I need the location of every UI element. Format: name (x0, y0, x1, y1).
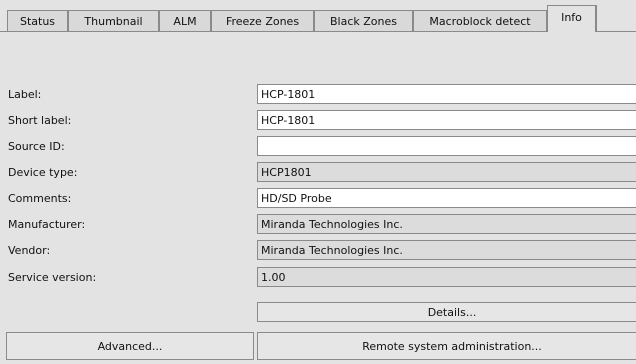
device-type-label: Device type: (8, 166, 78, 179)
comments-field[interactable]: HD/SD Probe (257, 188, 636, 208)
vendor-value: Miranda Technologies Inc. (257, 240, 636, 260)
service-version-value: 1.00 (257, 267, 636, 287)
advanced-button[interactable]: Advanced... (6, 332, 254, 360)
tab-label: Status (19, 14, 56, 28)
label-field[interactable]: HCP-1801 (257, 84, 636, 104)
tab-label: ALM (173, 14, 197, 28)
tab-label: Black Zones (330, 14, 397, 28)
device-type-value: HCP1801 (257, 162, 636, 182)
label-row: Label: HCP-1801 (0, 83, 636, 105)
tab-label: Macroblock detect (429, 14, 531, 28)
tab-divider (596, 5, 597, 32)
source-id-row: Source ID: (0, 135, 636, 157)
vendor-label: Vendor: (8, 244, 51, 257)
short-label-label: Short label: (8, 114, 72, 127)
tab-divider (0, 31, 547, 32)
remote-system-administration-button[interactable]: Remote system administration... (257, 332, 636, 360)
service-version-label: Service version: (8, 271, 97, 284)
manufacturer-value: Miranda Technologies Inc. (257, 214, 636, 234)
tab-freeze-zones[interactable]: Freeze Zones (211, 10, 314, 31)
label-label: Label: (8, 88, 42, 101)
details-button[interactable]: Details... (257, 302, 636, 322)
manufacturer-row: Manufacturer: Miranda Technologies Inc. (0, 213, 636, 235)
device-type-row: Device type: HCP1801 (0, 161, 636, 183)
manufacturer-label: Manufacturer: (8, 218, 86, 231)
tab-label: Thumbnail (84, 14, 143, 28)
comments-row: Comments: HD/SD Probe (0, 187, 636, 209)
tab-macroblock-detect[interactable]: Macroblock detect (413, 10, 547, 31)
comments-label: Comments: (8, 192, 72, 205)
tab-alm[interactable]: ALM (159, 10, 211, 31)
short-label-row: Short label: HCP-1801 (0, 109, 636, 131)
tab-black-zones[interactable]: Black Zones (314, 10, 413, 31)
source-id-field[interactable] (257, 136, 636, 156)
short-label-field[interactable]: HCP-1801 (257, 110, 636, 130)
tab-label: Info (561, 11, 582, 24)
tab-divider (596, 31, 636, 32)
tab-status[interactable]: Status (7, 10, 68, 31)
source-id-label: Source ID: (8, 140, 65, 153)
tab-bar: Status Thumbnail ALM Freeze Zones Black … (0, 0, 636, 36)
vendor-row: Vendor: Miranda Technologies Inc. (0, 239, 636, 261)
service-version-row: Service version: 1.00 (0, 266, 636, 288)
tab-info[interactable]: Info (547, 5, 596, 32)
tab-label: Freeze Zones (225, 14, 300, 28)
tab-thumbnail[interactable]: Thumbnail (68, 10, 159, 31)
